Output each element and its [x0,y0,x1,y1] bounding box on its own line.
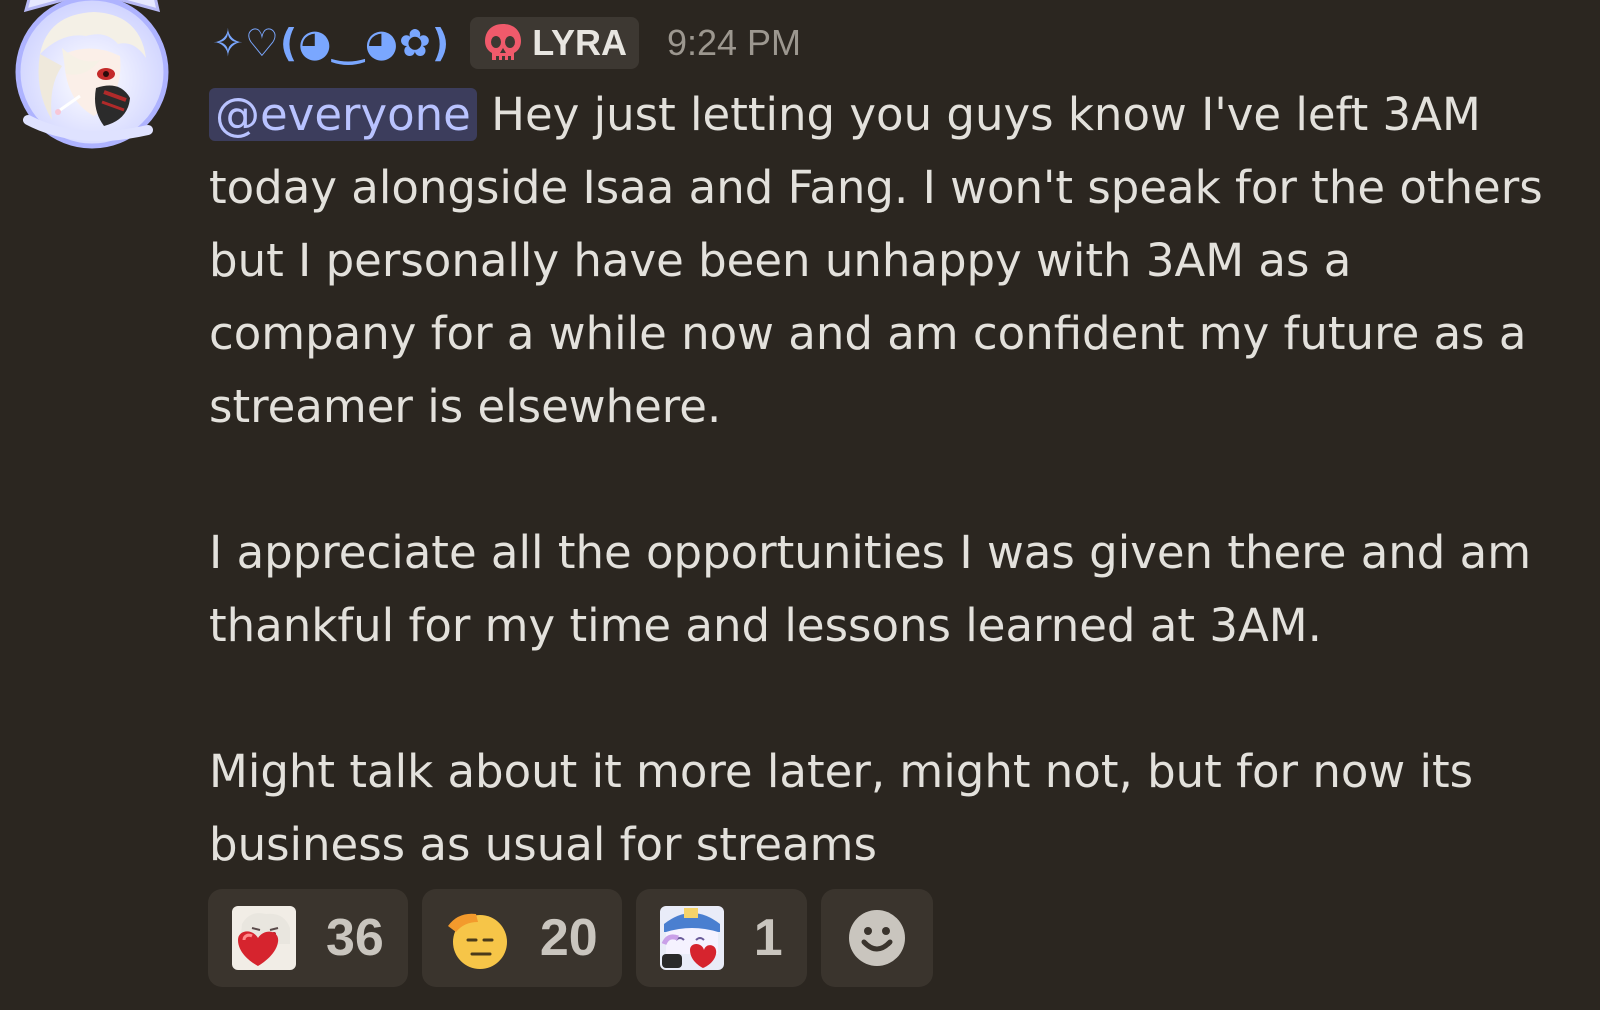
skull-icon [485,24,522,60]
reaction-count: 1 [753,909,783,967]
saluting-face-icon [447,913,507,969]
server-tag-label: LYRA [532,22,627,63]
reaction-count: 20 [539,909,598,967]
message-paragraph-2: I appreciate all the opportunities I was… [209,526,1532,652]
reaction-heart-hug[interactable]: 36 [208,889,408,987]
message-paragraph-1: @everyone Hey just letting you guys know… [209,78,1569,443]
heart-hug-emote-icon [232,906,296,970]
anime-heart-emote-icon [659,906,724,970]
reactions-bar: 36 20 1 [208,889,933,987]
reaction-salute[interactable]: 20 [421,889,622,987]
message-header: ✧♡(◕‿◕✿) LYRA 9:24 PM [212,14,801,72]
mention-everyone[interactable]: @everyone [209,88,477,141]
message-content: @everyone Hey just letting you guys know… [209,78,1569,881]
reaction-anime-heart[interactable]: 1 [635,889,807,987]
smiley-add-reaction-icon [848,910,905,966]
server-tag-badge[interactable]: LYRA [470,17,639,69]
add-reaction-button[interactable] [820,889,933,987]
message-paragraph-3: Might talk about it more later, might no… [209,745,1474,871]
reaction-count: 36 [326,909,384,967]
timestamp[interactable]: 9:24 PM [667,17,801,69]
author-name[interactable]: ✧♡(◕‿◕✿) [212,14,450,72]
avatar[interactable] [8,0,176,152]
